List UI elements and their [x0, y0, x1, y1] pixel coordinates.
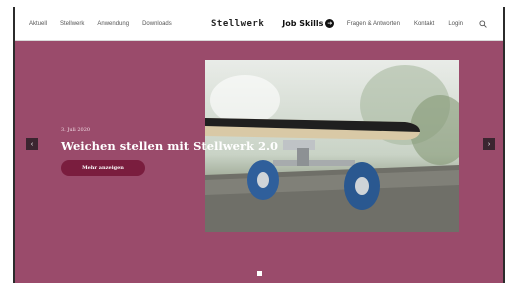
- nav-link-login[interactable]: Login: [448, 21, 463, 27]
- hero-text: 3. Juli 2020 Weichen stellen mit Stellwe…: [61, 127, 278, 153]
- jobskills-badge-icon: ➔: [325, 19, 335, 28]
- carousel-dot-active[interactable]: [257, 271, 262, 276]
- jobskills-logo[interactable]: Job Skills ➔: [282, 19, 335, 28]
- top-navigation: Aktuell Stellwerk Anwendung Downloads St…: [15, 7, 503, 41]
- nav-link-aktuell[interactable]: Aktuell: [29, 21, 47, 27]
- nav-link-kontakt[interactable]: Kontakt: [414, 21, 434, 27]
- nav-left-group: Aktuell Stellwerk Anwendung Downloads: [29, 7, 172, 40]
- nav-link-fragen-antworten[interactable]: Fragen & Antworten: [347, 21, 400, 27]
- brand-logos: Stellwerk Job Skills ➔: [211, 7, 335, 40]
- carousel-prev-button[interactable]: ‹: [26, 138, 38, 150]
- mehr-anzeigen-button[interactable]: Mehr anzeigen: [61, 160, 145, 176]
- chevron-left-icon: ‹: [30, 140, 34, 148]
- carousel-next-button[interactable]: ›: [483, 138, 495, 150]
- search-icon[interactable]: [477, 18, 489, 30]
- hero-title[interactable]: Weichen stellen mit Stellwerk 2.0: [61, 139, 278, 153]
- nav-right-group: Fragen & Antworten Kontakt Login: [347, 7, 489, 40]
- nav-link-downloads[interactable]: Downloads: [142, 21, 172, 27]
- nav-link-stellwerk[interactable]: Stellwerk: [60, 21, 84, 27]
- hero-date: 3. Juli 2020: [61, 127, 91, 133]
- jobskills-logo-text: Job Skills: [282, 19, 324, 28]
- chevron-right-icon: ›: [487, 140, 491, 148]
- stellwerk-logo[interactable]: Stellwerk: [211, 19, 264, 29]
- page-frame: Aktuell Stellwerk Anwendung Downloads St…: [13, 7, 505, 283]
- nav-link-anwendung[interactable]: Anwendung: [97, 21, 129, 27]
